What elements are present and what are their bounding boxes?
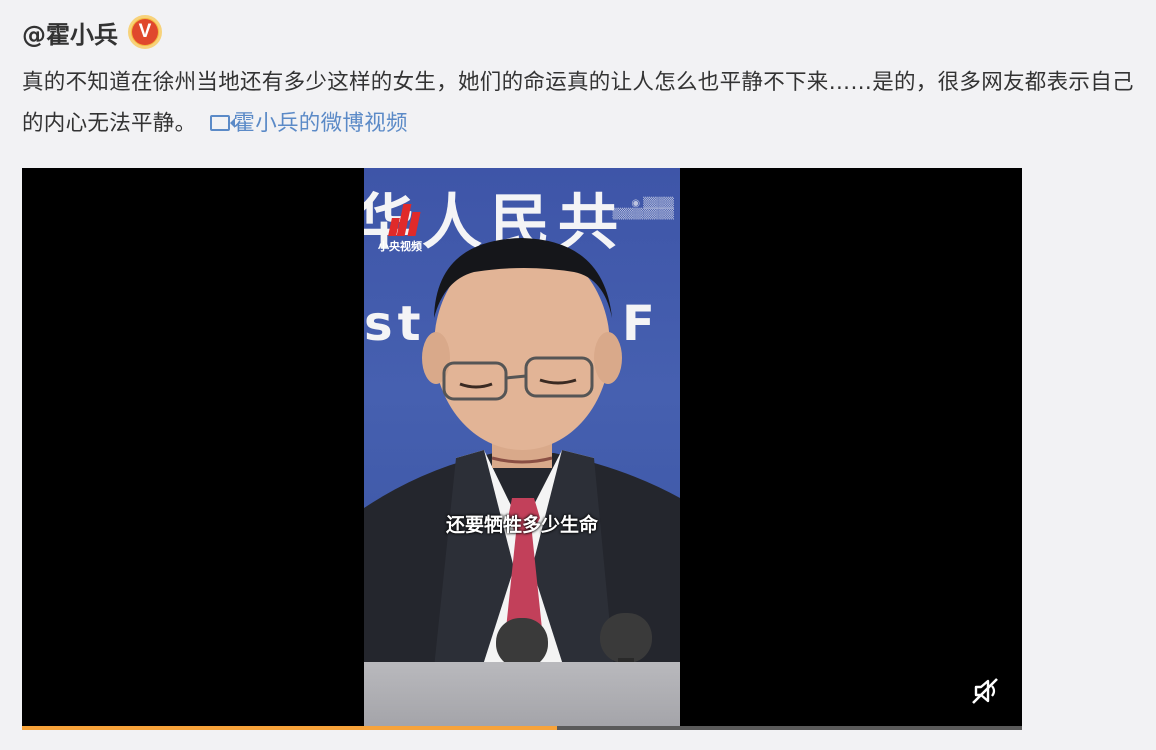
video-player[interactable]: 华人民共 st F 小央视频 ◉ ▒▒▒▒ ▒▒▒▒▒▒▒▒ 还要牺牲多少生命	[22, 168, 1022, 730]
video-link-label: 霍小兵的微博视频	[233, 111, 408, 136]
channel-logo-label: 小央视频	[378, 240, 422, 253]
post-body: 真的不知道在徐州当地还有多少这样的女生，她们的命运真的让人怎么也平静不下来……是…	[22, 70, 1134, 136]
post-text: 真的不知道在徐州当地还有多少这样的女生，她们的命运真的让人怎么也平静不下来……是…	[22, 62, 1152, 144]
video-frame[interactable]: 华人民共 st F 小央视频 ◉ ▒▒▒▒ ▒▒▒▒▒▒▒▒ 还要牺牲多少生命	[364, 168, 680, 730]
video-progress-bar[interactable]	[22, 726, 1022, 730]
verified-badge-letter: V	[132, 19, 158, 45]
username[interactable]: @霍小兵	[22, 15, 118, 50]
channel-logo-icon	[388, 202, 426, 236]
volume-muted-icon[interactable]	[970, 676, 1000, 706]
weibo-watermark-icon: ◉ ▒▒▒▒ ▒▒▒▒▒▒▒▒	[612, 198, 674, 220]
video-camera-icon	[210, 115, 236, 131]
video-subtitle: 还要牺牲多少生命	[445, 514, 598, 536]
post-header: @霍小兵 V	[22, 12, 162, 52]
verified-badge-icon: V	[128, 15, 162, 49]
video-link[interactable]: 霍小兵的微博视频	[210, 111, 408, 136]
channel-logo: 小央视频	[378, 202, 438, 258]
podium	[364, 662, 680, 730]
video-progress-fill	[22, 726, 557, 730]
